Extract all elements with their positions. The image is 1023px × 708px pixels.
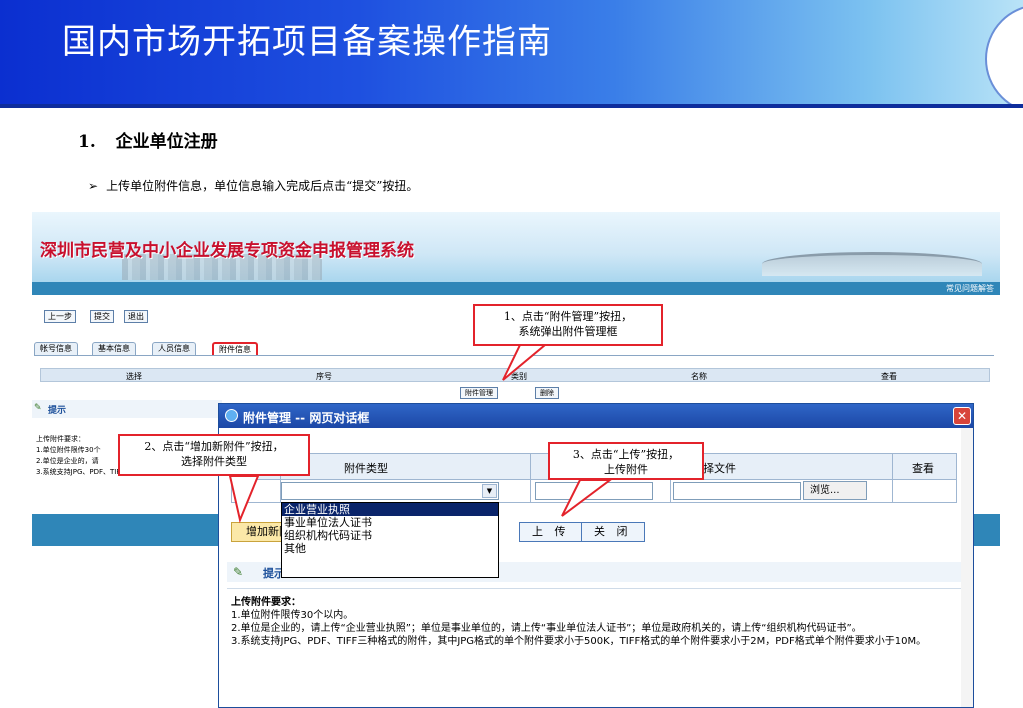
- column-view: 查看: [912, 462, 934, 475]
- browse-button[interactable]: 浏览...: [803, 481, 867, 500]
- attachment-type-dropdown[interactable]: 企业营业执照 事业单位法人证书 组织机构代码证书 其他: [281, 502, 499, 578]
- column-view: 查看: [881, 372, 897, 381]
- column-name: 名称: [691, 372, 707, 381]
- close-button[interactable]: 关 闭: [581, 522, 645, 542]
- tab-divider: [34, 355, 994, 356]
- callout-line: 上传附件: [604, 463, 648, 476]
- callout-step-3: 3、点击“上传”按扭， 上传附件: [548, 442, 704, 480]
- column-index: 序号: [316, 372, 332, 381]
- dialog-tips-text: 上传附件要求： 1.单位附件限传30个以内。 2.单位是企业的，请上传“企业营业…: [231, 596, 957, 648]
- slide-title: 国内市场开拓项目备案操作指南: [62, 22, 552, 62]
- dropdown-option[interactable]: 其他: [282, 542, 498, 555]
- column-divider: [892, 454, 893, 502]
- exit-button[interactable]: 退出: [124, 310, 148, 323]
- tips-line: 3.系统支持JPG、PDF、TIFF三种格式的附件，其中JPG格式的单个附件要求…: [231, 636, 927, 647]
- dialog-scrollbar[interactable]: [961, 428, 973, 707]
- callout-step-2: 2、点击“增加新附件”按扭， 选择附件类型: [118, 434, 310, 476]
- tips-bar: ✎ 提示: [32, 400, 222, 418]
- instruction-bullet: ➢ 上传单位附件信息，单位信息输入完成后点击“提交”按扭。: [88, 177, 418, 194]
- tab-staff-info[interactable]: 人员信息: [152, 342, 196, 355]
- chevron-down-icon[interactable]: ▼: [482, 484, 497, 498]
- file-path-input[interactable]: [673, 482, 801, 500]
- tips-divider: [227, 588, 967, 589]
- attachment-grid-header: 选择 序号 类别 名称 查看: [40, 368, 990, 382]
- slide-header: 国内市场开拓项目备案操作指南: [0, 0, 1023, 108]
- faq-link[interactable]: 常见问题解答: [946, 283, 994, 294]
- section-heading: 1. 企业单位注册: [78, 127, 218, 152]
- prev-step-button[interactable]: 上一步: [44, 310, 76, 323]
- attachment-name-input[interactable]: [535, 482, 653, 500]
- tip-icon: ✎: [34, 403, 42, 413]
- callout-line: 选择附件类型: [181, 455, 247, 468]
- delete-button[interactable]: 删除: [535, 387, 559, 399]
- header-decoration: [985, 4, 1023, 108]
- tab-basic-info[interactable]: 基本信息: [92, 342, 136, 355]
- dropdown-option[interactable]: 企业营业执照: [282, 503, 498, 516]
- tip-icon: ✎: [233, 565, 244, 579]
- tips-line: 2.单位是企业的，请上传“企业营业执照”；单位是事业单位的，请上传“事业单位法人…: [231, 623, 862, 634]
- column-category: 类别: [511, 372, 527, 381]
- column-divider: [530, 454, 531, 502]
- upload-button[interactable]: 上 传: [519, 522, 583, 542]
- tips-line: 1.单位附件限传30个以内。: [231, 610, 354, 621]
- dropdown-option[interactable]: 组织机构代码证书: [282, 529, 498, 542]
- bullet-arrow-icon: ➢: [88, 179, 99, 193]
- app-nav-bar: [32, 282, 1000, 295]
- dialog-close-icon[interactable]: ✕: [953, 407, 971, 425]
- callout-line: 3、点击“上传”按扭，: [572, 448, 680, 461]
- attachment-manage-button[interactable]: 附件管理: [460, 387, 498, 399]
- browser-icon: [225, 409, 238, 422]
- tab-attachment-info[interactable]: 附件信息: [212, 342, 258, 355]
- header-underline: [0, 104, 1023, 108]
- section-number: 1.: [78, 132, 96, 152]
- callout-line: 1、点击“附件管理”按扭，: [503, 310, 633, 323]
- dialog-titlebar: 附件管理 -- 网页对话框: [219, 404, 973, 428]
- submit-button[interactable]: 提交: [90, 310, 114, 323]
- dialog-title: 附件管理 -- 网页对话框: [243, 411, 370, 425]
- dropdown-option[interactable]: 事业单位法人证书: [282, 516, 498, 529]
- app-banner: 深圳市民营及中小企业发展专项资金申报管理系统: [32, 212, 1000, 282]
- column-select: 选择: [126, 372, 142, 381]
- attachment-type-select[interactable]: ▼: [281, 482, 499, 500]
- section-title: 企业单位注册: [115, 132, 218, 152]
- tips-label: 提示: [48, 406, 67, 416]
- tab-account-info[interactable]: 帐号信息: [34, 342, 78, 355]
- tips-heading: 上传附件要求：: [231, 597, 301, 608]
- instruction-text: 上传单位附件信息，单位信息输入完成后点击“提交”按扭。: [106, 179, 419, 193]
- callout-step-1: 1、点击“附件管理”按扭， 系统弹出附件管理框: [473, 304, 663, 346]
- app-title: 深圳市民营及中小企业发展专项资金申报管理系统: [40, 241, 414, 261]
- column-attachment-type: 附件类型: [344, 462, 388, 475]
- callout-line: 2、点击“增加新附件”按扭，: [144, 440, 284, 453]
- callout-line: 系统弹出附件管理框: [518, 325, 618, 338]
- building-image: [762, 252, 982, 276]
